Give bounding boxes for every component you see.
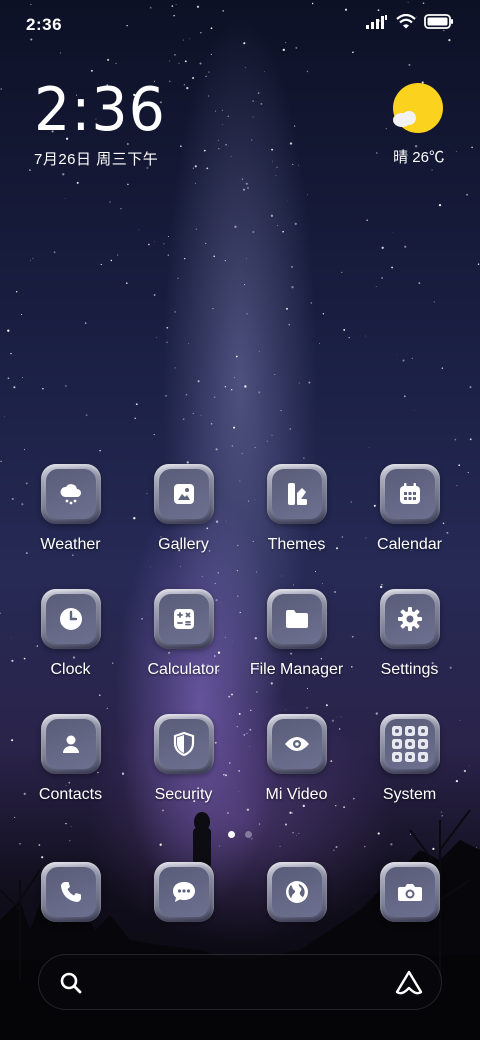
search-bar[interactable] — [38, 954, 442, 1010]
wifi-icon — [396, 14, 416, 29]
app-label: Security — [154, 786, 213, 803]
sun-cloud-icon — [393, 83, 443, 133]
app-security[interactable]: Security — [127, 714, 240, 810]
app-label: Weather — [40, 536, 101, 553]
dock-browser[interactable] — [240, 862, 353, 924]
calendar-icon — [379, 464, 440, 524]
clock-icon — [40, 589, 101, 649]
signal-icon — [366, 14, 387, 29]
page-dot-active[interactable] — [228, 831, 235, 838]
app-clock[interactable]: Clock — [14, 589, 127, 685]
weather-text: 晴 26℃ — [393, 149, 444, 166]
app-label: Mi Video — [265, 786, 328, 803]
clock-time: 2:36 — [34, 75, 166, 145]
weather-icon — [40, 464, 101, 524]
themes-icon — [266, 464, 327, 524]
app-label: Calendar — [377, 536, 442, 553]
gear-icon — [379, 589, 440, 649]
dock — [14, 862, 466, 924]
battery-icon — [424, 14, 453, 29]
app-label: Themes — [267, 536, 326, 553]
app-settings[interactable]: Settings — [353, 589, 466, 685]
eye-icon — [266, 714, 327, 774]
calculator-icon — [153, 589, 214, 649]
message-icon — [153, 862, 214, 922]
clock-widget[interactable]: 2:36 7月26日 周三下午 — [34, 78, 173, 169]
app-label: Contacts — [38, 786, 103, 803]
app-themes[interactable]: Themes — [240, 464, 353, 560]
folder-grid-icon — [379, 714, 440, 774]
app-grid: Weather Gallery Themes Calendar Clock Ca… — [14, 464, 466, 810]
app-label: Clock — [50, 661, 91, 678]
app-file-manager[interactable]: File Manager — [240, 589, 353, 685]
app-label: Calculator — [147, 661, 220, 678]
phone-icon — [40, 862, 101, 922]
status-icons — [366, 14, 454, 29]
dock-messages[interactable] — [127, 862, 240, 924]
page-indicator — [0, 831, 480, 838]
app-label: Gallery — [158, 536, 209, 553]
dock-camera[interactable] — [353, 862, 466, 924]
app-gallery[interactable]: Gallery — [127, 464, 240, 560]
contacts-icon — [40, 714, 101, 774]
app-calendar[interactable]: Calendar — [353, 464, 466, 560]
status-time: 2:36 — [26, 15, 63, 34]
page-dot[interactable] — [245, 831, 252, 838]
camera-icon — [379, 862, 440, 922]
assistant-icon[interactable] — [395, 970, 423, 996]
app-weather[interactable]: Weather — [14, 464, 127, 560]
clock-date: 7月26日 周三下午 — [34, 151, 159, 168]
folder-icon — [266, 589, 327, 649]
app-mi-video[interactable]: Mi Video — [240, 714, 353, 810]
app-label: System — [382, 786, 437, 803]
gallery-icon — [153, 464, 214, 524]
app-system-folder[interactable]: System — [353, 714, 466, 810]
app-calculator[interactable]: Calculator — [127, 589, 240, 685]
search-icon[interactable] — [59, 971, 83, 995]
status-bar: 2:36 — [0, 0, 480, 48]
app-label: Settings — [380, 661, 439, 678]
shield-icon — [153, 714, 214, 774]
app-contacts[interactable]: Contacts — [14, 714, 127, 810]
app-label: File Manager — [249, 661, 344, 678]
browser-icon — [266, 862, 327, 922]
dock-phone[interactable] — [14, 862, 127, 924]
